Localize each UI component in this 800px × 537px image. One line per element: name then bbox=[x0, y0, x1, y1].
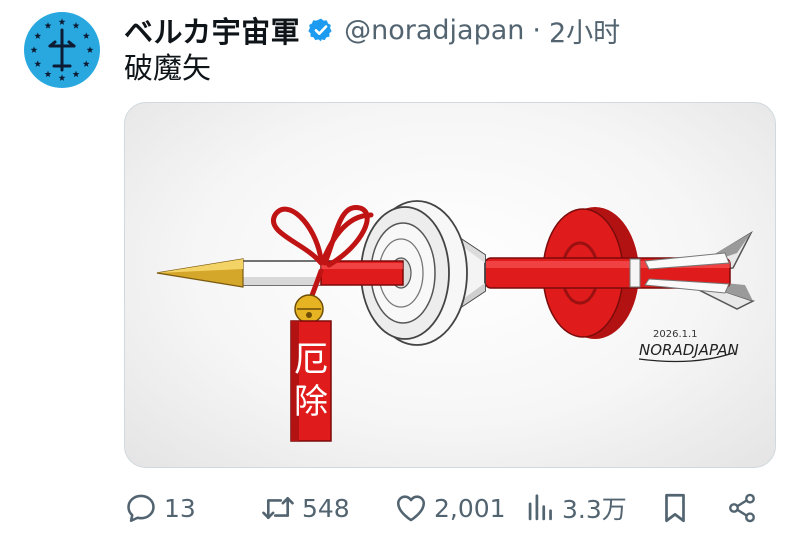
bookmark-icon bbox=[665, 493, 685, 523]
like-count: 2,001 bbox=[434, 493, 506, 523]
avatar-star-icon bbox=[34, 60, 42, 67]
hamaya-arrow-illustration: 厄 除 2026.1.1 NORADJAPAN bbox=[156, 200, 755, 442]
views-button[interactable]: 3.3万 bbox=[526, 488, 627, 528]
share-button[interactable] bbox=[726, 488, 758, 528]
tweet-action-bar: 13 548 2,001 3.3万 bbox=[124, 488, 764, 528]
share-nodes-icon bbox=[729, 493, 755, 523]
avatar-star-icon bbox=[82, 32, 90, 39]
reply-button[interactable]: 13 bbox=[124, 488, 196, 528]
avatar-star-icon bbox=[30, 46, 38, 53]
bookmark-button[interactable] bbox=[660, 488, 690, 528]
signature-date: 2026.1.1 bbox=[653, 329, 698, 340]
avatar-star-icon bbox=[58, 74, 66, 81]
avatar-star-icon bbox=[44, 70, 52, 78]
avatar-star-icon bbox=[86, 46, 94, 53]
verified-badge-icon bbox=[308, 17, 334, 43]
avatar-star-icon bbox=[82, 60, 90, 67]
repost-arrows-icon bbox=[262, 496, 294, 520]
charm-text-top: 厄 bbox=[294, 340, 328, 380]
avatar-star-icon bbox=[44, 22, 52, 29]
tweet-text: 破魔矢 bbox=[124, 51, 212, 85]
tweet-header: ベルカ宇宙軍 @noradjapan · 2小时 bbox=[124, 10, 620, 50]
view-count: 3.3万 bbox=[562, 495, 627, 524]
star-ring-emblem-icon bbox=[30, 18, 94, 81]
analytics-bars-icon bbox=[528, 494, 552, 521]
timestamp[interactable]: 2小时 bbox=[549, 11, 620, 50]
avatar-star-icon bbox=[72, 22, 80, 29]
avatar-star-icon bbox=[34, 32, 42, 39]
like-button[interactable]: 2,001 bbox=[394, 488, 506, 528]
heart-icon bbox=[396, 495, 426, 522]
reply-count: 13 bbox=[164, 493, 196, 523]
charm-text-bottom: 除 bbox=[294, 382, 328, 422]
reply-bubble-icon bbox=[127, 494, 155, 523]
tweet-media-image[interactable]: 厄 除 2026.1.1 NORADJAPAN bbox=[124, 102, 776, 468]
avatar[interactable] bbox=[24, 12, 100, 88]
repost-count: 548 bbox=[302, 493, 350, 523]
display-name[interactable]: ベルカ宇宙軍 bbox=[124, 9, 300, 51]
avatar-star-icon bbox=[72, 70, 80, 78]
avatar-star-icon bbox=[58, 18, 66, 25]
user-handle[interactable]: @noradjapan bbox=[344, 15, 524, 46]
repost-button[interactable]: 548 bbox=[260, 488, 350, 528]
separator-dot: · bbox=[532, 14, 541, 46]
